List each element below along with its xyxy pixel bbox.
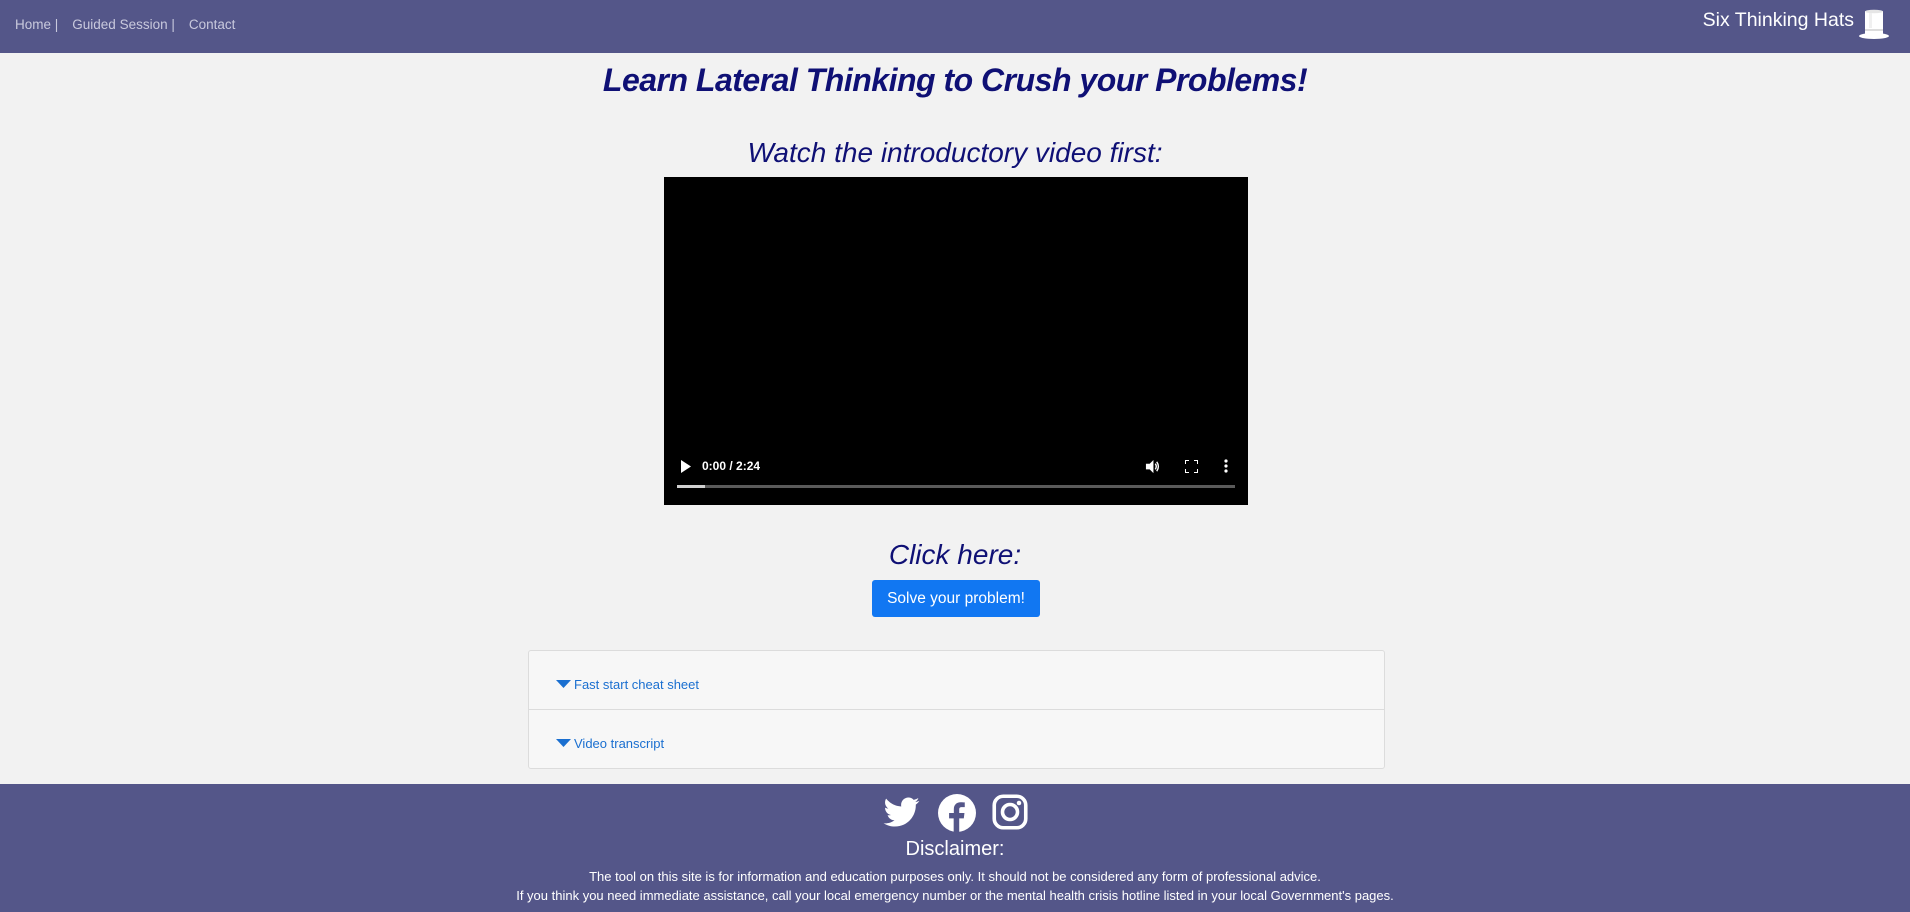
fullscreen-icon[interactable]: [1184, 459, 1199, 478]
video-player[interactable]: 0:00 / 2:24: [664, 177, 1248, 505]
play-icon[interactable]: [680, 460, 692, 478]
social-links: [0, 794, 1910, 837]
accordion-toggle-transcript[interactable]: Video transcript: [556, 736, 664, 751]
disclaimer-text-line-2: If you think you need immediate assistan…: [516, 888, 1394, 903]
video-heading: Watch the introductory video first:: [747, 137, 1163, 168]
instagram-icon[interactable]: [992, 794, 1028, 837]
more-options-icon[interactable]: [1224, 459, 1228, 478]
nav-guided-session-link[interactable]: Guided Session |: [72, 17, 175, 32]
nav-links: Home | Guided Session | Contact: [15, 17, 235, 32]
video-progress-bar[interactable]: [677, 485, 1235, 488]
click-here-heading: Click here:: [888, 539, 1022, 570]
disclaimer-title: Disclaimer:: [905, 838, 1005, 860]
caret-down-icon: [556, 736, 574, 751]
video-time: 0:00 / 2:24: [702, 459, 761, 473]
nav-contact-link[interactable]: Contact: [189, 17, 236, 32]
accordion-item-cheat-sheet: Fast start cheat sheet: [529, 651, 1384, 709]
accordion-label: Video transcript: [574, 736, 665, 751]
disclaimer-text-line-1: The tool on this site is for information…: [589, 869, 1321, 884]
volume-icon[interactable]: [1145, 459, 1160, 479]
top-navbar: Home | Guided Session | Contact Six Thinki…: [0, 0, 1910, 53]
video-buffer-fill: [677, 485, 705, 488]
accordion-toggle-cheat-sheet[interactable]: Fast start cheat sheet: [556, 677, 699, 692]
facebook-icon[interactable]: [938, 794, 976, 837]
accordion-label: Fast start cheat sheet: [574, 677, 700, 692]
twitter-icon[interactable]: [882, 794, 922, 837]
nav-home-link[interactable]: Home |: [15, 17, 58, 32]
brand[interactable]: Six Thinking Hats: [1703, 8, 1890, 45]
accordion: Fast start cheat sheet Video transcript: [528, 650, 1385, 769]
footer: Disclaimer: The tool on this site is for…: [0, 784, 1910, 912]
top-hat-icon: [1858, 8, 1890, 45]
solve-problem-button[interactable]: Solve your problem!: [872, 580, 1040, 617]
accordion-item-transcript: Video transcript: [529, 709, 1384, 768]
page-title: Learn Lateral Thinking to Crush your Pro…: [602, 62, 1308, 98]
caret-down-icon: [556, 677, 574, 692]
brand-name: Six Thinking Hats: [1702, 9, 1854, 31]
